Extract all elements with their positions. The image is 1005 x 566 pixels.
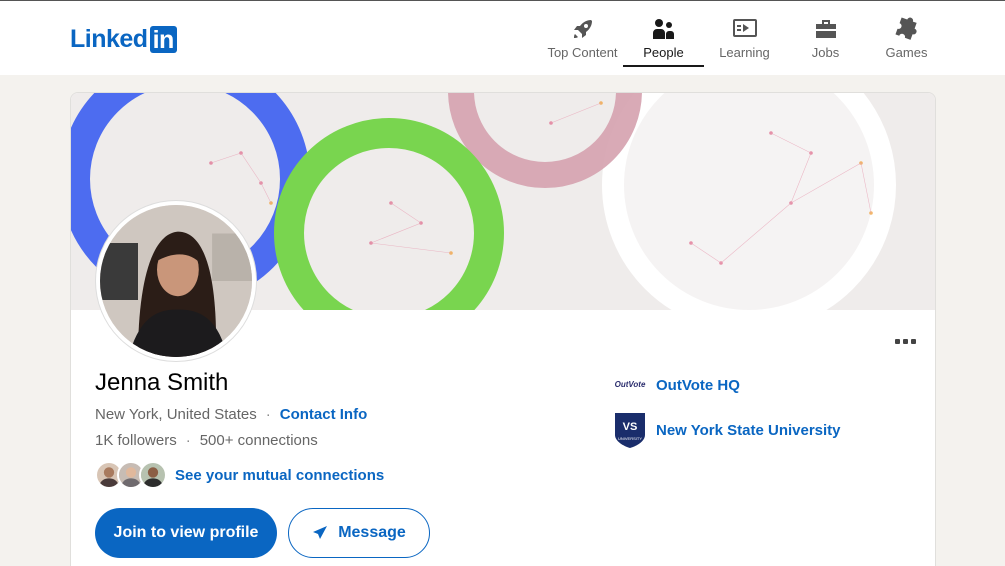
rocket-icon	[573, 20, 592, 38]
nav-label: Jobs	[811, 45, 840, 60]
svg-text:VS: VS	[623, 421, 638, 433]
briefcase-icon	[815, 20, 836, 38]
dot	[894, 338, 900, 344]
send-icon	[313, 526, 328, 539]
nav-learning[interactable]: Learning	[704, 17, 785, 67]
dot	[902, 338, 908, 344]
nav-games[interactable]: Games	[866, 17, 947, 67]
profile-card: Jenna Smith New York, United States · Co…	[70, 92, 936, 566]
nav-people[interactable]: People	[623, 17, 704, 67]
nav-label: People	[643, 45, 684, 60]
dot	[910, 338, 916, 344]
main-nav: Top Content People Learning Jobs Games	[542, 17, 947, 67]
separator: ·	[185, 432, 191, 449]
avatar	[139, 461, 167, 489]
location-line: New York, United States · Contact Info	[95, 406, 367, 423]
play-video-icon	[732, 19, 757, 37]
message-label: Message	[338, 524, 406, 541]
mutual-connections-link[interactable]: See your mutual connections	[175, 467, 384, 484]
people-icon	[652, 19, 674, 39]
svg-text:UNIVERSITY: UNIVERSITY	[618, 436, 642, 441]
linkedin-logo[interactable]: Linked in	[70, 24, 177, 54]
nav-label: Top Content	[547, 45, 618, 60]
location-text: New York, United States	[95, 406, 257, 423]
join-to-view-profile-button[interactable]: Join to view profile	[95, 508, 277, 558]
nav-jobs[interactable]: Jobs	[785, 17, 866, 67]
org-nysu[interactable]: VS UNIVERSITY New York State University	[614, 413, 841, 448]
org-outvote[interactable]: OutVote OutVote HQ	[614, 369, 740, 401]
mutual-connections: See your mutual connections	[95, 461, 384, 489]
separator: ·	[265, 406, 271, 423]
outvote-logo-text: OutVote	[614, 380, 646, 389]
contact-info-link[interactable]: Contact Info	[280, 406, 368, 423]
profile-name: Jenna Smith	[95, 369, 229, 396]
university-shield-logo: VS UNIVERSITY	[614, 413, 646, 448]
outvote-logo: OutVote	[614, 369, 646, 401]
nav-label: Learning	[719, 45, 770, 60]
puzzle-icon	[894, 17, 917, 40]
profile-avatar[interactable]	[96, 201, 256, 361]
mutual-avatars	[95, 461, 167, 489]
org-name: OutVote HQ	[656, 376, 740, 394]
connections-count: 500+ connections	[199, 432, 318, 449]
org-name: New York State University	[656, 421, 841, 439]
nav-top-content[interactable]: Top Content	[542, 17, 623, 67]
message-button[interactable]: Message	[288, 508, 430, 558]
top-navigation-bar: Linked in Top Content People Learning Job…	[0, 0, 1005, 75]
followers-count: 1K followers	[95, 432, 177, 449]
network-stats: 1K followers · 500+ connections	[95, 432, 318, 449]
more-options-button[interactable]	[889, 329, 921, 353]
logo-text: Linked	[70, 24, 148, 53]
nav-label: Games	[885, 45, 928, 60]
logo-in-box: in	[149, 25, 177, 54]
